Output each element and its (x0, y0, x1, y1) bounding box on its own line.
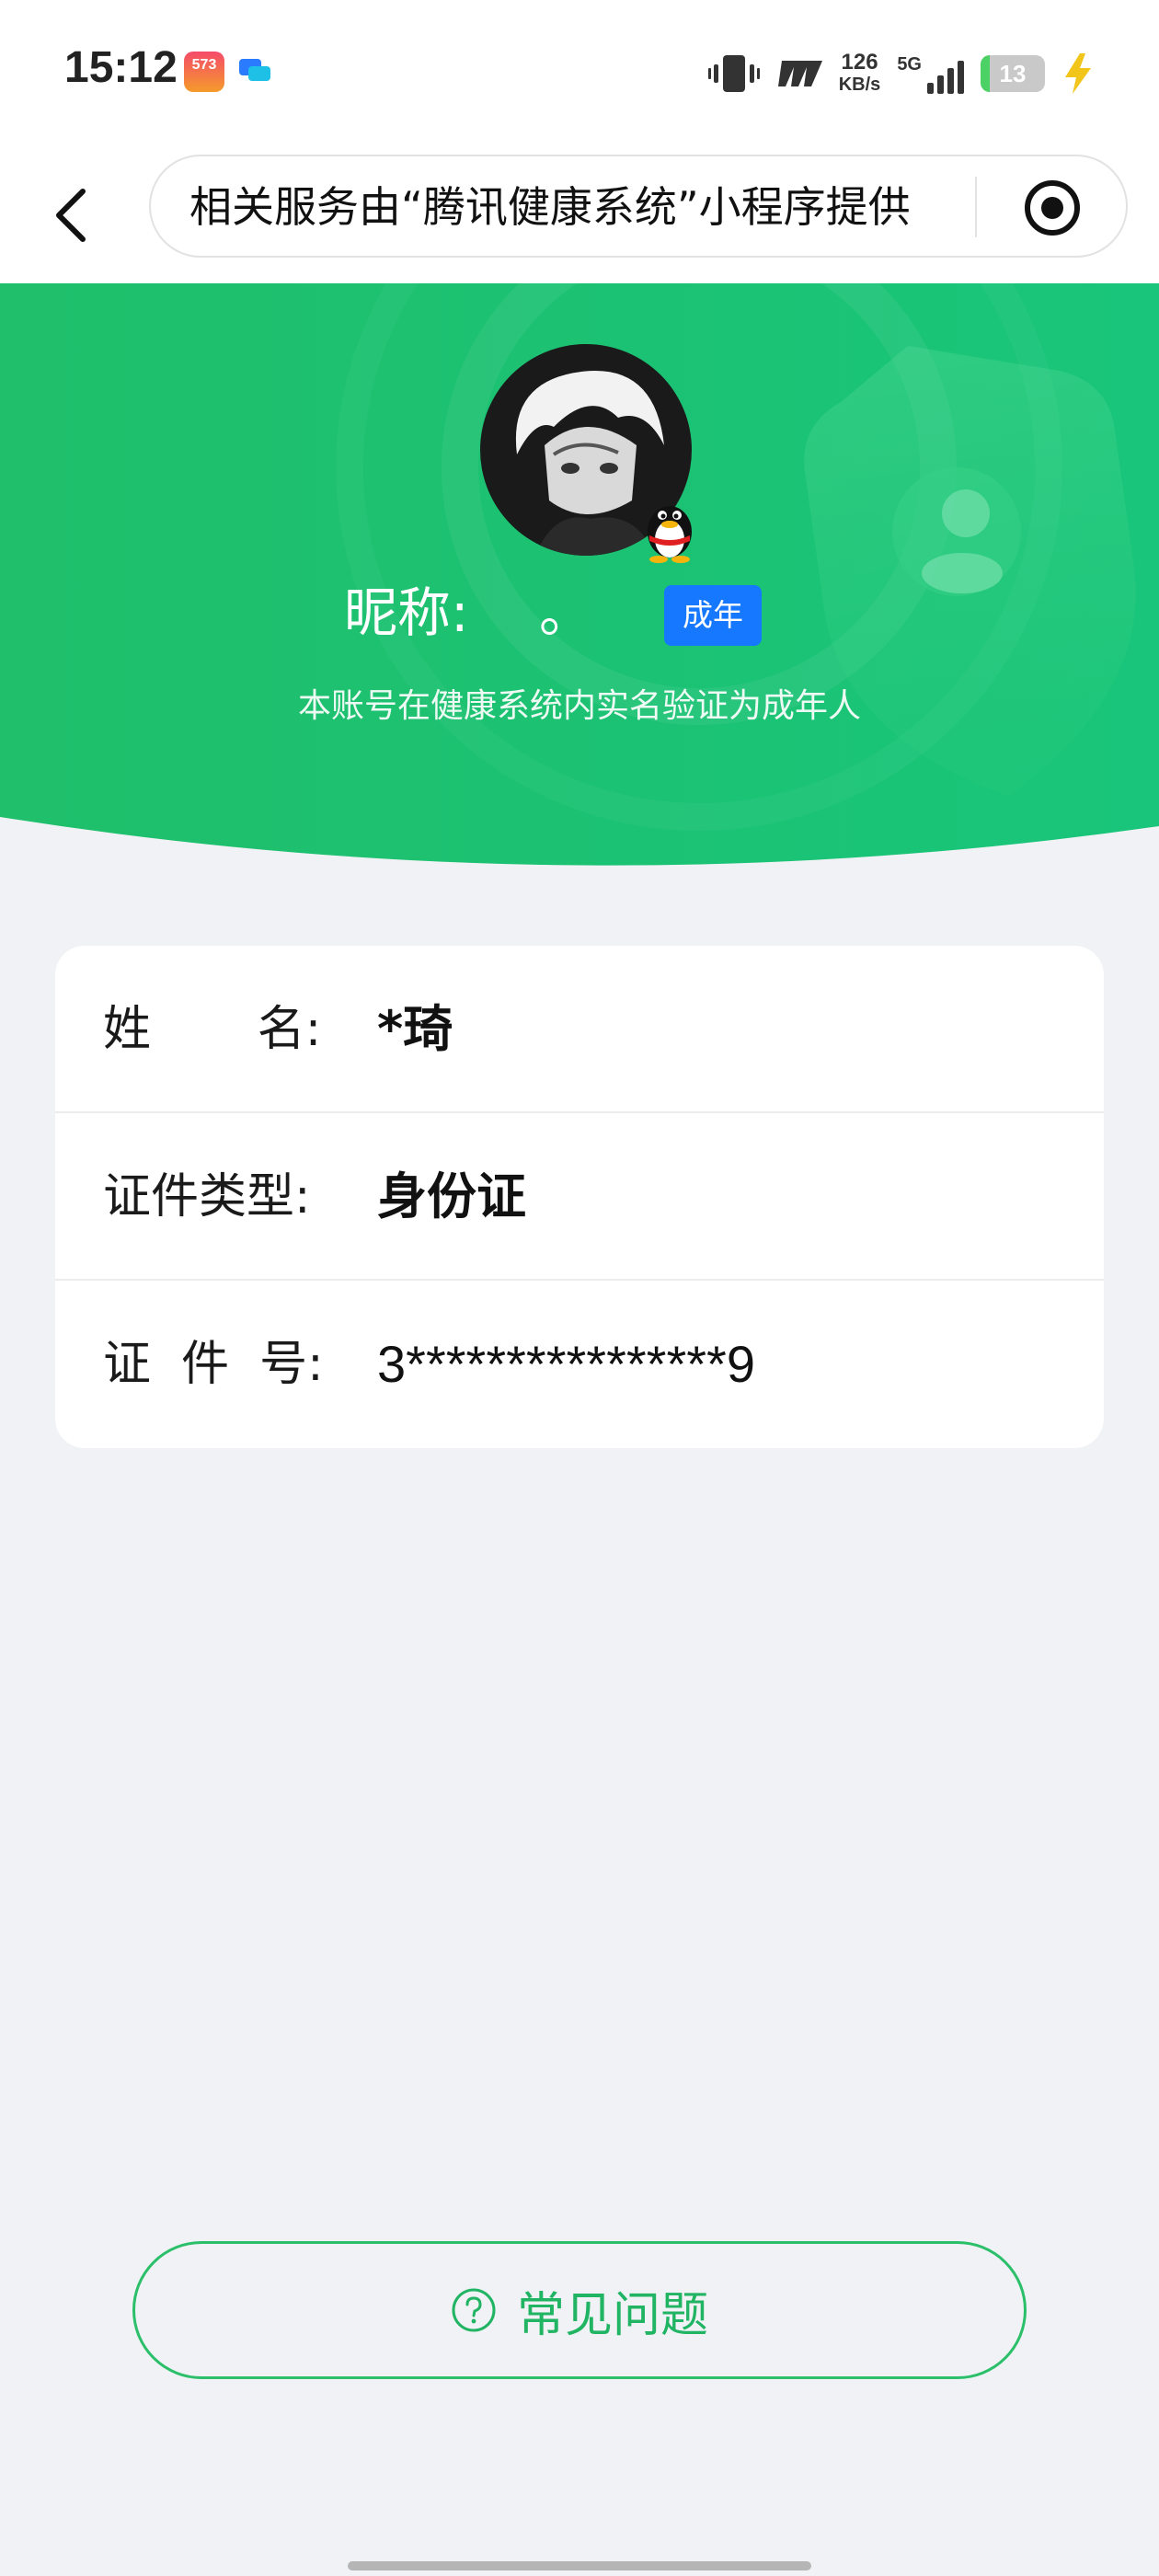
identity-info-card: 姓 名: *琦 证件类型: 身份证 证 件 号: 3**************… (55, 946, 1104, 1448)
back-arrow-icon[interactable] (37, 178, 110, 252)
nfc-icon (777, 61, 822, 86)
id-number-value: 3****************9 (377, 1335, 755, 1393)
nickname-label: 昵称: (344, 581, 469, 644)
home-indicator[interactable] (348, 2561, 811, 2570)
battery-icon: 13 (981, 55, 1045, 92)
close-target-icon[interactable] (1023, 178, 1082, 237)
charging-icon (1065, 53, 1091, 94)
info-row-name: 姓 名: *琦 (55, 946, 1104, 1111)
name-value: *琦 (377, 1000, 453, 1058)
status-indicators: 126 KB/s 5G 13 (707, 46, 1095, 101)
qq-penguin-icon (648, 506, 692, 563)
capsule-divider (975, 177, 977, 237)
mini-program-nav-bar: 相关服务由“腾讯健康系统”小程序提供 (0, 147, 1159, 283)
status-time: 15:12 (64, 43, 178, 92)
notification-app-icon: 573 (184, 52, 224, 92)
id-number-label: 证 件 号: (103, 1337, 324, 1392)
network-speed: 126 KB/s (839, 52, 881, 96)
info-row-id-number: 证 件 号: 3****************9 (55, 1281, 1104, 1446)
faq-button-label: 常见问题 (516, 2287, 708, 2343)
nickname-value: 。 (539, 581, 593, 644)
adult-status-badge: 成年 (664, 585, 762, 646)
page-title: 相关服务由“腾讯健康系统”小程序提供 (189, 182, 911, 232)
battery-level: 13 (999, 59, 1027, 87)
id-type-label: 证件类型: (103, 1169, 311, 1225)
message-app-icon (239, 59, 270, 81)
signal-bar (958, 61, 964, 94)
signal-bar (947, 68, 954, 94)
name-label: 姓 名: (103, 1002, 322, 1057)
vibrate-icon (707, 55, 760, 92)
network-speed-value: 126 (841, 50, 878, 75)
faq-button[interactable]: 常见问题 (132, 2241, 1027, 2379)
question-circle-icon (452, 2288, 496, 2332)
status-bar: 15:12 573 126 KB/s 5G 13 (0, 0, 1159, 147)
network-speed-unit: KB/s (838, 75, 881, 95)
signal-bar (927, 83, 934, 94)
network-type: 5G (897, 54, 922, 75)
signal-strength-icon: 5G (897, 53, 964, 94)
title-capsule: 相关服务由“腾讯健康系统”小程序提供 (149, 155, 1128, 258)
signal-bar (937, 75, 944, 94)
info-row-id-type: 证件类型: 身份证 (55, 1113, 1104, 1279)
id-type-value: 身份证 (377, 1167, 526, 1225)
verification-description: 本账号在健康系统内实名验证为成年人 (297, 687, 861, 725)
notification-app-badge: 573 (191, 57, 217, 73)
profile-header: 昵称: 。 成年 本账号在健康系统内实名验证为成年人 (0, 283, 1159, 881)
